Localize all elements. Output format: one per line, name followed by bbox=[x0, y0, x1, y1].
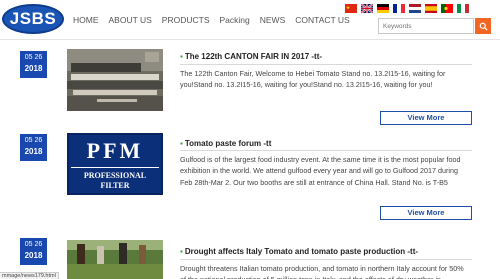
news-title-text[interactable]: Drought affects Italy Tomato and tomato … bbox=[185, 247, 418, 256]
chinese-flag-icon[interactable] bbox=[345, 4, 357, 13]
dutch-flag-icon[interactable] bbox=[409, 4, 421, 13]
english-flag-icon[interactable] bbox=[361, 4, 373, 13]
thumb-logo-text: PFM bbox=[86, 138, 144, 163]
news-title-text[interactable]: The 122th CANTON FAIR IN 2017 -tt- bbox=[185, 52, 322, 61]
search-input[interactable] bbox=[378, 18, 474, 34]
site-header: JSBS HOME ABOUT US PRODUCTS Packing NEWS… bbox=[0, 0, 500, 40]
news-description: The 122th Canton Fair, Welcome to Hebei … bbox=[180, 69, 446, 90]
date-year: 2018 bbox=[24, 64, 43, 73]
thumb-divider bbox=[71, 167, 159, 168]
italian-flag-icon[interactable] bbox=[457, 4, 469, 13]
divider bbox=[180, 150, 472, 151]
nav-about-us[interactable]: ABOUT US bbox=[109, 15, 152, 25]
date-month-day: 05 26 bbox=[24, 137, 43, 144]
site-logo[interactable]: JSBS bbox=[2, 4, 64, 34]
bullet-icon: ▪ bbox=[180, 139, 183, 148]
news-thumbnail-pfm[interactable]: PFM PROFESSIONAL FILTER bbox=[67, 133, 163, 195]
news-description: Gulfood is of the largest food industry … bbox=[180, 155, 461, 187]
date-month-day: 05 26 bbox=[24, 241, 43, 248]
date-badge: 05 26 2018 bbox=[20, 238, 47, 265]
date-year: 2018 bbox=[24, 147, 43, 156]
date-badge: 05 26 2018 bbox=[20, 134, 47, 161]
date-year: 2018 bbox=[24, 251, 43, 260]
date-month-day: 05 26 bbox=[24, 54, 43, 61]
nav-products[interactable]: PRODUCTS bbox=[162, 15, 210, 25]
news-title[interactable]: ▪ Tomato paste forum -tt bbox=[180, 139, 271, 148]
bullet-icon: ▪ bbox=[180, 247, 183, 256]
news-thumbnail-field[interactable] bbox=[67, 240, 163, 279]
german-flag-icon[interactable] bbox=[377, 4, 389, 13]
date-badge: 05 26 2018 bbox=[20, 51, 47, 78]
browser-status-bar: mmage/news179.html bbox=[0, 272, 59, 279]
nav-contact-us[interactable]: CONTACT US bbox=[295, 15, 349, 25]
main-nav: HOME ABOUT US PRODUCTS Packing NEWS CONT… bbox=[73, 15, 360, 25]
bullet-icon: ▪ bbox=[180, 52, 183, 61]
nav-home[interactable]: HOME bbox=[73, 15, 99, 25]
logo-text: JSBS bbox=[9, 9, 57, 28]
search-button[interactable] bbox=[475, 18, 491, 34]
thumb-line-2: FILTER bbox=[100, 181, 130, 190]
news-description: Drought threatens Italian tomato product… bbox=[180, 264, 464, 279]
portuguese-flag-icon[interactable] bbox=[441, 4, 453, 13]
news-thumbnail-factory[interactable] bbox=[67, 49, 163, 111]
french-flag-icon[interactable] bbox=[393, 4, 405, 13]
nav-packing[interactable]: Packing bbox=[220, 15, 250, 25]
news-title-text[interactable]: Tomato paste forum -tt bbox=[185, 139, 272, 148]
nav-news[interactable]: NEWS bbox=[260, 15, 286, 25]
view-more-button[interactable]: View More bbox=[380, 111, 472, 125]
thumb-line-1: PROFESSIONAL bbox=[83, 171, 147, 180]
divider bbox=[180, 259, 472, 260]
language-flags bbox=[345, 4, 469, 13]
news-title[interactable]: ▪ The 122th CANTON FAIR IN 2017 -tt- bbox=[180, 52, 322, 61]
search-icon bbox=[479, 22, 488, 31]
view-more-button[interactable]: View More bbox=[380, 206, 472, 220]
spanish-flag-icon[interactable] bbox=[425, 4, 437, 13]
news-title[interactable]: ▪ Drought affects Italy Tomato and tomato… bbox=[180, 247, 418, 256]
divider bbox=[180, 64, 472, 65]
